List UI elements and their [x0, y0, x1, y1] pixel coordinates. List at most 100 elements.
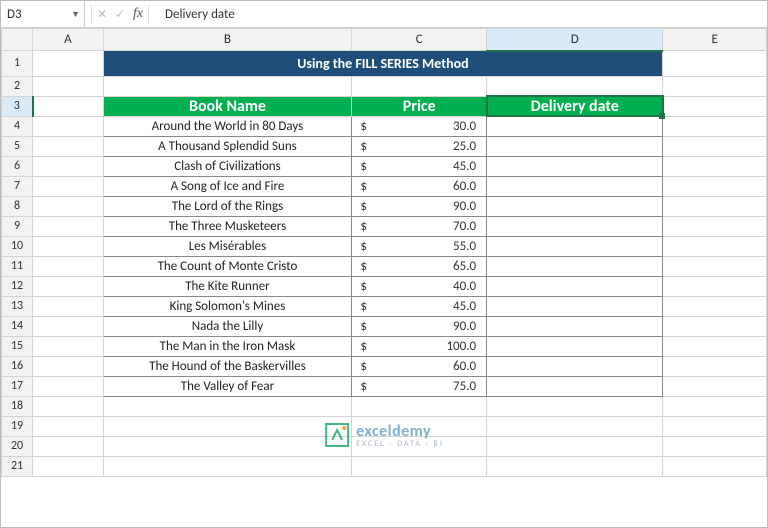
cell[interactable] — [487, 336, 663, 356]
cell[interactable] — [663, 316, 767, 336]
cell[interactable]: King Solomon's Mines — [103, 296, 352, 316]
cell[interactable]: $60.0 — [352, 176, 487, 196]
cell[interactable] — [487, 136, 663, 156]
row-header[interactable]: 4 — [2, 116, 33, 136]
cell[interactable] — [487, 376, 663, 396]
cell[interactable] — [33, 76, 103, 96]
cell[interactable] — [663, 256, 767, 276]
cell[interactable] — [103, 436, 352, 456]
col-header-A[interactable]: A — [33, 29, 103, 51]
cell[interactable] — [487, 276, 663, 296]
cell[interactable] — [352, 76, 487, 96]
row-header[interactable]: 3 — [2, 96, 33, 116]
cell[interactable] — [487, 296, 663, 316]
cell[interactable]: $45.0 — [352, 156, 487, 176]
cell[interactable] — [487, 116, 663, 136]
row-header[interactable]: 17 — [2, 376, 33, 396]
cell[interactable] — [33, 236, 103, 256]
cell[interactable] — [103, 456, 352, 476]
cell[interactable]: The Count of Monte Cristo — [103, 256, 352, 276]
cell[interactable]: $90.0 — [352, 196, 487, 216]
cell[interactable]: $40.0 — [352, 276, 487, 296]
cell[interactable] — [663, 116, 767, 136]
cell[interactable] — [33, 456, 103, 476]
cell[interactable] — [487, 236, 663, 256]
cell[interactable]: Using the FILL SERIES Method — [103, 51, 663, 77]
col-header-B[interactable]: B — [103, 29, 352, 51]
row-header[interactable]: 10 — [2, 236, 33, 256]
cell[interactable]: Delivery date — [487, 96, 663, 116]
cell[interactable] — [663, 236, 767, 256]
row-header[interactable]: 1 — [2, 51, 33, 77]
cell[interactable] — [33, 116, 103, 136]
cell[interactable] — [663, 156, 767, 176]
row-header[interactable]: 12 — [2, 276, 33, 296]
cell[interactable]: $45.0 — [352, 296, 487, 316]
cell[interactable] — [487, 456, 663, 476]
row-header[interactable]: 19 — [2, 416, 33, 436]
fx-icon[interactable]: fx — [130, 6, 146, 22]
cell[interactable] — [487, 356, 663, 376]
name-box[interactable]: D3 ▼ — [1, 1, 85, 27]
cell[interactable] — [663, 216, 767, 236]
cell[interactable] — [33, 296, 103, 316]
row-header[interactable]: 20 — [2, 436, 33, 456]
cell[interactable] — [33, 196, 103, 216]
row-header[interactable]: 9 — [2, 216, 33, 236]
cell[interactable] — [663, 276, 767, 296]
cell[interactable] — [663, 136, 767, 156]
select-all-corner[interactable] — [2, 29, 33, 51]
cell[interactable] — [33, 156, 103, 176]
cell[interactable] — [352, 396, 487, 416]
cell[interactable] — [33, 436, 103, 456]
cell[interactable]: $25.0 — [352, 136, 487, 156]
cell[interactable] — [33, 376, 103, 396]
row-header[interactable]: 11 — [2, 256, 33, 276]
cell[interactable]: $65.0 — [352, 256, 487, 276]
col-header-E[interactable]: E — [663, 29, 767, 51]
cell[interactable] — [103, 396, 352, 416]
cell[interactable] — [352, 456, 487, 476]
cell[interactable] — [33, 176, 103, 196]
row-header[interactable]: 2 — [2, 76, 33, 96]
cell[interactable] — [663, 196, 767, 216]
cell[interactable] — [487, 256, 663, 276]
chevron-down-icon[interactable]: ▼ — [71, 9, 80, 20]
col-header-C[interactable]: C — [352, 29, 487, 51]
cell[interactable] — [487, 396, 663, 416]
cell[interactable] — [103, 76, 352, 96]
cell[interactable]: Clash of Civilizations — [103, 156, 352, 176]
row-header[interactable]: 13 — [2, 296, 33, 316]
cell[interactable] — [33, 396, 103, 416]
row-header[interactable]: 8 — [2, 196, 33, 216]
cell[interactable] — [663, 76, 767, 96]
cell[interactable]: $30.0 — [352, 116, 487, 136]
cell[interactable] — [663, 96, 767, 116]
cell[interactable]: Around the World in 80 Days — [103, 116, 352, 136]
cell[interactable]: $55.0 — [352, 236, 487, 256]
cell[interactable] — [33, 276, 103, 296]
cell[interactable]: The Three Musketeers — [103, 216, 352, 236]
cell[interactable] — [33, 356, 103, 376]
cell[interactable] — [33, 136, 103, 156]
cell[interactable] — [487, 316, 663, 336]
cell[interactable]: $60.0 — [352, 356, 487, 376]
cell[interactable] — [33, 51, 103, 77]
row-header[interactable]: 6 — [2, 156, 33, 176]
cell[interactable] — [487, 196, 663, 216]
cell[interactable] — [663, 336, 767, 356]
row-header[interactable]: 18 — [2, 396, 33, 416]
cell[interactable]: Les Misérables — [103, 236, 352, 256]
fill-handle[interactable] — [659, 113, 665, 119]
col-header-D[interactable]: D — [487, 29, 663, 51]
cell[interactable] — [487, 436, 663, 456]
cell[interactable] — [103, 416, 352, 436]
row-header[interactable]: 16 — [2, 356, 33, 376]
cell[interactable] — [663, 416, 767, 436]
row-header[interactable]: 5 — [2, 136, 33, 156]
cell[interactable]: The Lord of the Rings — [103, 196, 352, 216]
cell[interactable] — [487, 156, 663, 176]
cell[interactable]: $90.0 — [352, 316, 487, 336]
cell[interactable] — [33, 96, 103, 116]
cell[interactable]: $70.0 — [352, 216, 487, 236]
